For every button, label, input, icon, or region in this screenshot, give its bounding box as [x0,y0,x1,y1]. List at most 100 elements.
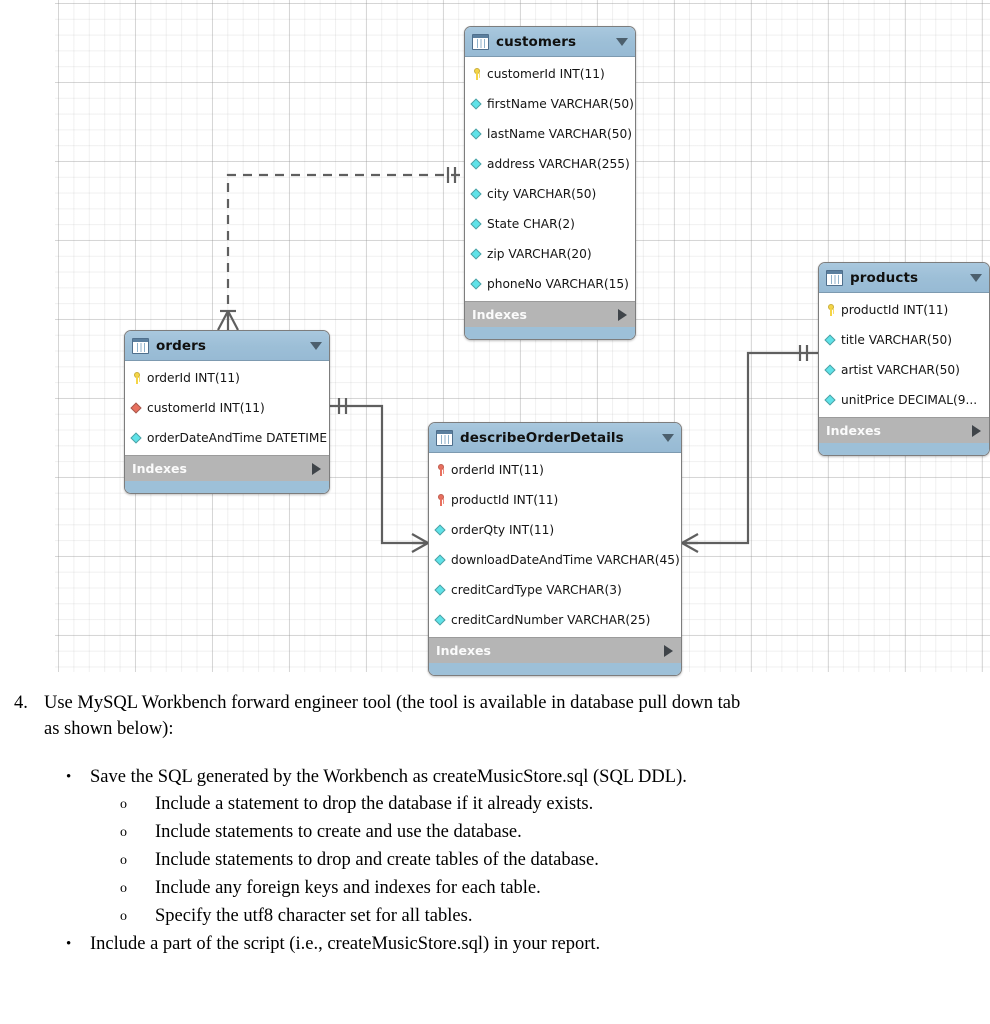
erd-column[interactable]: address VARCHAR(255) [465,149,635,179]
erd-column-label: title VARCHAR(50) [841,333,952,347]
erd-column[interactable]: orderId INT(11) [125,363,329,393]
erd-table-describeorderdetails[interactable]: describeOrderDetails orderId INT(11) pro… [428,422,682,676]
bullet-item: • Save the SQL generated by the Workbenc… [66,764,990,791]
erd-column-label: customerId INT(11) [487,67,605,81]
erd-column-list: productId INT(11) title VARCHAR(50) arti… [819,293,989,417]
chevron-down-icon[interactable] [616,37,628,46]
erd-column-label: creditCardNumber VARCHAR(25) [451,613,651,627]
erd-table-orders[interactable]: orders orderId INT(11) customerId INT(11… [124,330,330,494]
erd-column-label: city VARCHAR(50) [487,187,597,201]
erd-column-label: orderQty INT(11) [451,523,555,537]
column-diamond-icon [434,613,447,627]
erd-column-label: creditCardType VARCHAR(3) [451,583,622,597]
erd-column-label: State CHAR(2) [487,217,575,231]
circle-marker-icon: o [120,881,127,896]
column-diamond-icon [130,431,143,445]
erd-table-customers[interactable]: customers customerId INT(11) firstName V… [464,26,636,340]
primary-foreign-key-icon [434,463,447,477]
bullet-marker-icon: • [66,936,72,952]
chevron-right-icon[interactable] [312,462,321,475]
erd-table-header[interactable]: orders [125,331,329,361]
erd-column-label: orderId INT(11) [147,371,240,385]
erd-column[interactable]: orderDateAndTime DATETIME [125,423,329,453]
erd-table-products[interactable]: products productId INT(11) title VARCHAR… [818,262,990,456]
column-diamond-icon [470,97,483,111]
erd-column[interactable]: title VARCHAR(50) [819,325,989,355]
chevron-down-icon[interactable] [970,273,982,282]
chevron-right-icon[interactable] [664,644,673,657]
erd-column[interactable]: productId INT(11) [819,295,989,325]
erd-table-footer [125,481,329,493]
erd-indexes-section[interactable]: Indexes [429,637,681,663]
primary-key-icon [130,371,143,385]
erd-column[interactable]: customerId INT(11) [465,59,635,89]
erd-column-list: orderId INT(11) productId INT(11) orderQ… [429,453,681,637]
sub-bullet-item: o Specify the utf8 character set for all… [120,903,990,931]
erd-column[interactable]: State CHAR(2) [465,209,635,239]
erd-column[interactable]: customerId INT(11) [125,393,329,423]
circle-marker-icon: o [120,909,127,924]
bullet-marker-icon: • [66,769,72,785]
bullet-text: Include a part of the script (i.e., crea… [90,934,601,954]
erd-column-label: artist VARCHAR(50) [841,363,960,377]
erd-column[interactable]: downloadDateAndTime VARCHAR(45) [429,545,681,575]
erd-table-header[interactable]: customers [465,27,635,57]
erd-table-title: products [850,269,919,286]
erd-column-label: productId INT(11) [841,303,949,317]
sub-bullet-text: Include statements to drop and create ta… [155,850,599,870]
erd-column[interactable]: zip VARCHAR(20) [465,239,635,269]
erd-column[interactable]: lastName VARCHAR(50) [465,119,635,149]
erd-column[interactable]: unitPrice DECIMAL(9... [819,385,989,415]
column-diamond-icon [434,553,447,567]
erd-column-list: customerId INT(11) firstName VARCHAR(50)… [465,57,635,301]
erd-column[interactable]: creditCardType VARCHAR(3) [429,575,681,605]
erd-column[interactable]: artist VARCHAR(50) [819,355,989,385]
erd-column[interactable]: phoneNo VARCHAR(15) [465,269,635,299]
circle-marker-icon: o [120,797,127,812]
erd-table-header[interactable]: products [819,263,989,293]
erd-column-label: phoneNo VARCHAR(15) [487,277,629,291]
erd-indexes-section[interactable]: Indexes [819,417,989,443]
erd-table-footer [465,327,635,339]
chevron-right-icon[interactable] [972,424,981,437]
erd-indexes-section[interactable]: Indexes [465,301,635,327]
erd-column-list: orderId INT(11) customerId INT(11) order… [125,361,329,455]
chevron-down-icon[interactable] [310,341,322,350]
erd-column-label: orderId INT(11) [451,463,544,477]
bullet-text: Save the SQL generated by the Workbench … [90,767,687,787]
sub-bullet-item: o Include any foreign keys and indexes f… [120,875,990,903]
erd-indexes-label: Indexes [132,461,187,476]
erd-column-label: firstName VARCHAR(50) [487,97,634,111]
erd-table-title: customers [496,33,577,50]
chevron-down-icon[interactable] [662,433,674,442]
erd-indexes-section[interactable]: Indexes [125,455,329,481]
bullet-item: • Include a part of the script (i.e., cr… [66,931,990,958]
primary-key-icon [470,67,483,81]
erd-column-label: lastName VARCHAR(50) [487,127,633,141]
erd-column-label: zip VARCHAR(20) [487,247,592,261]
list-item-text: Use MySQL Workbench forward engineer too… [44,693,741,739]
erd-indexes-label: Indexes [826,423,881,438]
sub-bullet-item: o Include statements to drop and create … [120,847,990,875]
erd-table-title: orders [156,337,207,354]
erd-column[interactable]: firstName VARCHAR(50) [465,89,635,119]
erd-column[interactable]: productId INT(11) [429,485,681,515]
erd-column[interactable]: orderQty INT(11) [429,515,681,545]
sub-bullet-item: o Include a statement to drop the databa… [120,791,990,819]
erd-column[interactable]: city VARCHAR(50) [465,179,635,209]
column-diamond-icon [824,363,837,377]
table-icon [826,269,843,286]
table-icon [132,337,149,354]
chevron-right-icon[interactable] [618,308,627,321]
sub-bullet-text: Include a statement to drop the database… [155,794,594,814]
erd-column[interactable]: orderId INT(11) [429,455,681,485]
erd-column[interactable]: creditCardNumber VARCHAR(25) [429,605,681,635]
erd-column-label: unitPrice DECIMAL(9... [841,393,978,407]
sub-bullet-text: Include any foreign keys and indexes for… [155,878,541,898]
erd-column-label: orderDateAndTime DATETIME [147,431,328,445]
erd-table-header[interactable]: describeOrderDetails [429,423,681,453]
column-diamond-icon [470,187,483,201]
primary-foreign-key-icon [434,493,447,507]
sub-bullet-text: Include statements to create and use the… [155,822,522,842]
